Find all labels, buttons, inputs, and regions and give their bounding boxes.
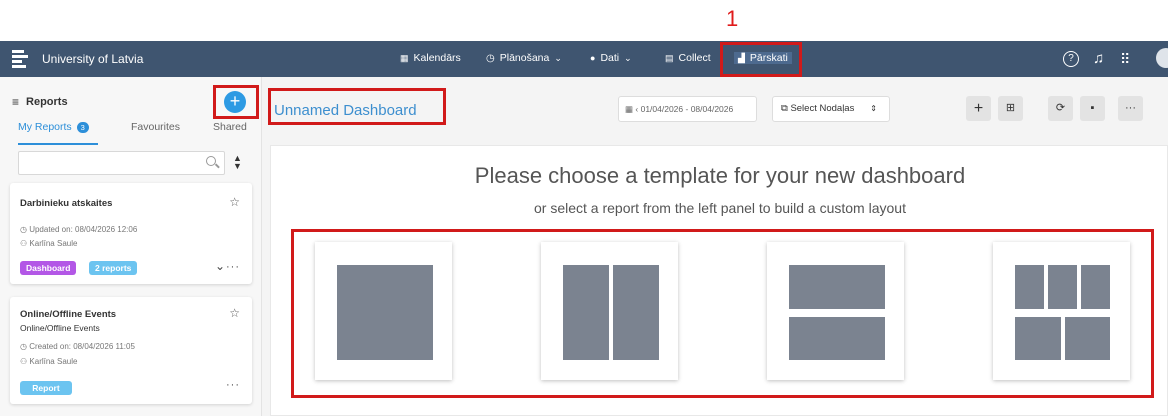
favourite-star-icon[interactable]: ☆	[229, 195, 240, 209]
nav-item-label: Collect	[678, 52, 711, 64]
calendar-icon: ▦ ‹	[625, 104, 641, 114]
user-icon: ⚇	[20, 357, 30, 366]
report-search-input[interactable]	[18, 151, 225, 175]
reports-sidebar: ≡ Reports + My Reports 3 Favourites Shar…	[0, 77, 262, 416]
callout-box-3	[268, 88, 446, 125]
report-card[interactable]: Online/Offline Events ☆ Online/Offline E…	[10, 297, 252, 404]
clock-icon: ◷	[20, 225, 30, 234]
database-icon: ●	[590, 53, 596, 63]
page: 1 2 3 4 University of Latvia ▦ Kalendārs…	[0, 0, 1168, 416]
clock-icon: ◷	[20, 342, 30, 351]
save-button[interactable]: ▪	[1080, 96, 1105, 121]
nodalas-select[interactable]: ⧉ Select Nodaļas ⇕	[772, 96, 890, 122]
favourite-star-icon[interactable]: ☆	[229, 306, 240, 320]
add-widget-button[interactable]: +	[966, 96, 991, 121]
tab-shared[interactable]: Shared	[213, 121, 247, 133]
tab-my-reports[interactable]: My Reports 3	[18, 121, 89, 133]
callout-box-1	[720, 42, 802, 77]
clock-icon: ◷	[486, 52, 495, 64]
report-card-date: ◷ Created on: 08/04/2026 11:05	[20, 342, 135, 351]
form-icon: ▤	[665, 52, 674, 63]
report-card[interactable]: Darbinieku atskaites ☆ ◷ Updated on: 08/…	[10, 183, 252, 284]
template-subline: or select a report from the left panel t…	[534, 200, 906, 216]
date-range-text: 01/04/2026 - 08/04/2026	[640, 104, 734, 114]
report-card-title: Online/Offline Events	[20, 309, 117, 320]
menu-icon[interactable]: ≡	[12, 95, 19, 109]
callout-number-1: 1	[726, 6, 739, 31]
help-icon[interactable]: ?	[1063, 51, 1079, 67]
brand-name[interactable]: University of Latvia	[42, 52, 143, 66]
card-actions[interactable]: ⌄···	[215, 259, 240, 273]
chevron-down-icon[interactable]: ⌄	[215, 259, 226, 273]
bell-icon[interactable]: ♫	[1093, 51, 1104, 67]
tab-label: My Reports	[18, 121, 72, 133]
date-text: Updated on: 08/04/2026 12:06	[29, 225, 138, 234]
user-text: Karlīna Saule	[29, 239, 78, 248]
date-range-picker[interactable]: ▦ ‹ 01/04/2026 - 08/04/2026	[618, 96, 757, 122]
chevron-down-icon: ⌄	[624, 52, 632, 63]
tag-dashboard: Dashboard	[20, 261, 77, 275]
apps-grid-icon[interactable]: ⠿	[1120, 51, 1130, 67]
select-label: Select Nodaļas	[790, 103, 855, 114]
report-card-title: Darbinieku atskaites	[20, 198, 113, 209]
template-headline: Please choose a template for your new da…	[474, 163, 966, 188]
sidebar-header: ≡ Reports	[12, 95, 68, 109]
user-icon: ⚇	[20, 239, 30, 248]
nav-item-planosana[interactable]: ◷ Plānošana ⌄	[486, 52, 562, 64]
report-card-subtitle: Online/Offline Events	[20, 323, 100, 333]
avatar[interactable]	[1156, 48, 1168, 68]
date-text: Created on: 08/04/2026 11:05	[29, 342, 135, 351]
active-tab-indicator	[18, 143, 98, 145]
report-card-date: ◷ Updated on: 08/04/2026 12:06	[20, 225, 137, 234]
reports-count-badge: 3	[76, 121, 89, 133]
callout-box-2	[213, 85, 259, 119]
refresh-button[interactable]: ⟳	[1048, 96, 1073, 121]
nav-item-collect[interactable]: ▤ Collect	[665, 52, 711, 64]
nav-item-kalendars[interactable]: ▦ Kalendārs	[400, 52, 461, 64]
report-card-user: ⚇ Karlīna Saule	[20, 239, 77, 248]
more-options-icon[interactable]: ···	[226, 379, 240, 391]
tab-favourites[interactable]: Favourites	[131, 121, 180, 133]
select-arrows-icon: ⇕	[870, 104, 877, 113]
layout-grid-button[interactable]: ⊞	[998, 96, 1023, 121]
more-options-button[interactable]: ···	[1118, 96, 1143, 121]
sidebar-title: Reports	[26, 96, 68, 108]
report-card-user: ⚇ Karlīna Saule	[20, 357, 77, 366]
chevron-down-icon: ⌄	[554, 52, 562, 63]
nav-item-dati[interactable]: ● Dati ⌄	[590, 52, 632, 64]
sidebar-tabs: My Reports 3 Favourites Shared	[0, 121, 262, 145]
tag-report: Report	[20, 381, 72, 395]
user-text: Karlīna Saule	[29, 357, 78, 366]
more-options-icon[interactable]: ···	[226, 261, 240, 273]
tag-report-count: 2 reports	[89, 261, 138, 275]
top-navigation-bar: University of Latvia ▦ Kalendārs ◷ Plāno…	[0, 41, 1168, 77]
nav-item-label: Plānošana	[499, 52, 550, 64]
university-logo-icon	[12, 50, 28, 68]
sort-icon[interactable]: ▲ ▼	[233, 154, 242, 171]
callout-box-4	[291, 229, 1154, 398]
nav-item-label: Dati	[600, 52, 620, 64]
nav-item-label: Kalendārs	[413, 52, 461, 64]
calendar-icon: ▦	[400, 52, 409, 63]
search-icon	[206, 156, 216, 166]
